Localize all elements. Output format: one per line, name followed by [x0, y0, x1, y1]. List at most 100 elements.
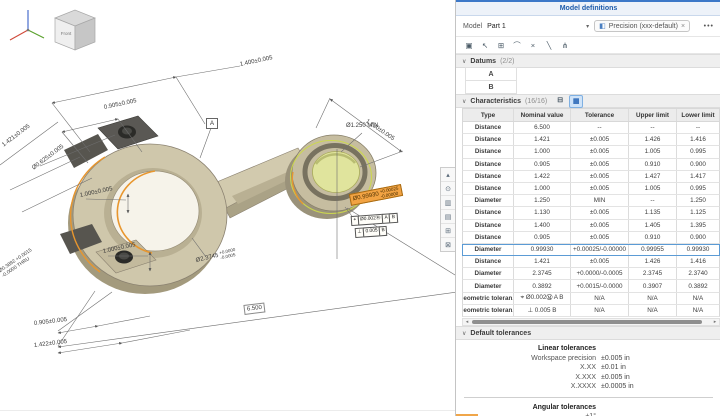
- table-row[interactable]: Diameter2.3745+0.0000/-0.00052.37452.374…: [462, 268, 720, 280]
- cell-type: Geometric toleran...: [463, 305, 514, 316]
- cell-type: Distance: [463, 159, 514, 170]
- cell-upper: 1.135: [629, 207, 677, 218]
- tolerance-row: X.XXX±0.005 in: [456, 373, 720, 383]
- view-cube: [55, 10, 95, 50]
- tolerances-toggle[interactable]: ▤: [441, 210, 455, 224]
- export-characteristics-icon[interactable]: ⊟: [554, 95, 566, 106]
- datum-a-flag[interactable]: A: [206, 118, 218, 129]
- datums-section-label: Datums: [470, 58, 496, 65]
- scrollbar-thumb[interactable]: [472, 320, 702, 324]
- datum-row[interactable]: B: [456, 81, 720, 94]
- default-tolerances-label: Default tolerances: [470, 330, 531, 337]
- cell-tolerance: +0.0015/-0.0000: [571, 280, 629, 291]
- table-row[interactable]: Diameter0.99930+0.00025/-0.000000.999550…: [462, 244, 720, 256]
- cell-upper: 0.910: [629, 159, 677, 170]
- dimensions-toggle[interactable]: ▥: [441, 196, 455, 210]
- cell-upper: 1.427: [629, 171, 677, 182]
- table-row[interactable]: Distance1.421±0.0051.4261.416: [462, 134, 720, 146]
- cell-upper: 0.910: [629, 232, 677, 243]
- cell-type: Distance: [463, 122, 514, 133]
- table-row[interactable]: Diameter0.3892+0.0015/-0.00000.39070.389…: [462, 280, 720, 292]
- table-row[interactable]: Distance6.500------: [462, 122, 720, 134]
- table-row[interactable]: Geometric toleran...⌖ Ø0.002Ⓜ A BN/AN/AN…: [462, 293, 720, 305]
- cell-upper: 0.99955: [629, 244, 677, 255]
- cell-tolerance: ±0.005: [571, 256, 629, 267]
- arrow-tool-icon[interactable]: ↖: [479, 39, 491, 51]
- arc-tool-icon[interactable]: ⌒: [511, 39, 523, 51]
- more-options-button[interactable]: •••: [704, 23, 714, 30]
- cell-lower: N/A: [677, 293, 719, 304]
- spline-tool-icon[interactable]: ⋔: [559, 39, 571, 51]
- scrollbar-track[interactable]: [471, 319, 711, 325]
- select-tool-icon[interactable]: ▣: [463, 39, 475, 51]
- cell-tolerance: ±0.005: [571, 159, 629, 170]
- default-tolerances-section-header[interactable]: ∨ Default tolerances: [456, 326, 720, 340]
- cell-upper: 1.426: [629, 256, 677, 267]
- cell-tolerance: ±0.005: [571, 183, 629, 194]
- line-tool-icon[interactable]: ╲: [543, 39, 555, 51]
- cell-lower: 1.125: [677, 207, 719, 218]
- table-row[interactable]: Distance1.130±0.0051.1351.125: [462, 207, 720, 219]
- characteristics-section-header[interactable]: ∨ Characteristics (16/16) ⊟▦: [456, 94, 720, 108]
- tolerance-value: ±0.005 in: [601, 373, 720, 383]
- table-row[interactable]: Distance0.905±0.0050.9100.900: [462, 159, 720, 171]
- cell-lower: 1.395: [677, 220, 719, 231]
- cell-upper: 1.005: [629, 183, 677, 194]
- tolerance-row: X.XXXX±0.0005 in: [456, 382, 720, 392]
- cell-tolerance: ±0.005: [571, 220, 629, 231]
- cell-nominal: 0.905: [514, 159, 571, 170]
- chevron-down-icon: ∨: [462, 98, 466, 105]
- default-tolerances-section: Linear tolerances Workspace precision±0.…: [456, 340, 720, 416]
- scroll-right-icon[interactable]: ▸: [711, 319, 719, 325]
- datums-toggle[interactable]: ⊙: [441, 182, 455, 196]
- model-label: Model: [463, 23, 482, 30]
- cell-lower: 1.250: [677, 195, 719, 206]
- views-toggle[interactable]: ⊠: [441, 238, 455, 251]
- table-body: Distance6.500------Distance1.421±0.0051.…: [462, 122, 720, 317]
- cell-type: Diameter: [463, 280, 514, 291]
- viewport-bottom-divider: [0, 410, 455, 411]
- table-row[interactable]: Distance1.400±0.0051.4051.395: [462, 220, 720, 232]
- collapse-button[interactable]: ▴: [441, 168, 455, 182]
- cell-type: Distance: [463, 134, 514, 145]
- cell-nominal: ⌖ Ø0.002Ⓜ A B: [514, 293, 571, 304]
- table-row[interactable]: Diameter1.250MIN--1.250: [462, 195, 720, 207]
- model-definitions-panel: Model definitions Model Part 1 ▾ ◧ Preci…: [455, 0, 720, 416]
- dim-1-250-min[interactable]: Ø1.250 MIN: [346, 123, 378, 129]
- cell-lower: N/A: [677, 305, 719, 316]
- viewcube-front-face[interactable]: Front: [55, 31, 77, 36]
- cell-tolerance: ±0.005: [571, 207, 629, 218]
- graphics-viewport[interactable]: Front A 6.500 Ø2.3745 +0.0000 -0.0005 Ø0…: [0, 0, 455, 416]
- linear-tolerance-rows: Workspace precision±0.005 inX.XX±0.01 in…: [456, 354, 720, 392]
- point-tool-icon[interactable]: ×: [527, 39, 539, 51]
- datums-section-header[interactable]: ∨ Datums (2/2): [456, 54, 720, 68]
- table-row[interactable]: Geometric toleran...⊥ 0.005 BN/AN/AN/A: [462, 305, 720, 317]
- cell-nominal: 1.000: [514, 183, 571, 194]
- cell-tolerance: ±0.005: [571, 232, 629, 243]
- model-dropdown[interactable]: Part 1 ▾: [487, 23, 589, 30]
- table-row[interactable]: Distance1.421±0.0051.4261.416: [462, 256, 720, 268]
- cell-upper: 0.3907: [629, 280, 677, 291]
- chip-close-icon[interactable]: ×: [681, 23, 685, 30]
- table-row[interactable]: Distance1.000±0.0051.0050.995: [462, 146, 720, 158]
- cell-upper: --: [629, 122, 677, 133]
- table-view-button[interactable]: ▦: [569, 95, 583, 108]
- notes-toggle[interactable]: ⊞: [441, 224, 455, 238]
- scroll-left-icon[interactable]: ◂: [463, 319, 471, 325]
- cell-upper: 1.426: [629, 134, 677, 145]
- dimension-tool-icon[interactable]: ⊞: [495, 39, 507, 51]
- linear-tolerances-title: Linear tolerances: [456, 344, 596, 354]
- orientation-triad: [10, 10, 44, 40]
- cell-type: Distance: [463, 232, 514, 243]
- tolerance-value: ±0.005 in: [601, 354, 720, 364]
- table-row[interactable]: Distance0.905±0.0050.9100.900: [462, 232, 720, 244]
- table-row[interactable]: Distance1.000±0.0051.0050.995: [462, 183, 720, 195]
- chevron-down-icon: ▾: [586, 23, 589, 30]
- table-row[interactable]: Distance1.422±0.0051.4271.417: [462, 171, 720, 183]
- cell-lower: 1.417: [677, 171, 719, 182]
- datum-label: B: [465, 80, 517, 94]
- cell-upper: 1.405: [629, 220, 677, 231]
- table-header: TypeNominal valueToleranceUpper limitLow…: [462, 108, 720, 122]
- horizontal-scrollbar[interactable]: ◂ ▸: [462, 318, 720, 326]
- cell-nominal: 1.422: [514, 171, 571, 182]
